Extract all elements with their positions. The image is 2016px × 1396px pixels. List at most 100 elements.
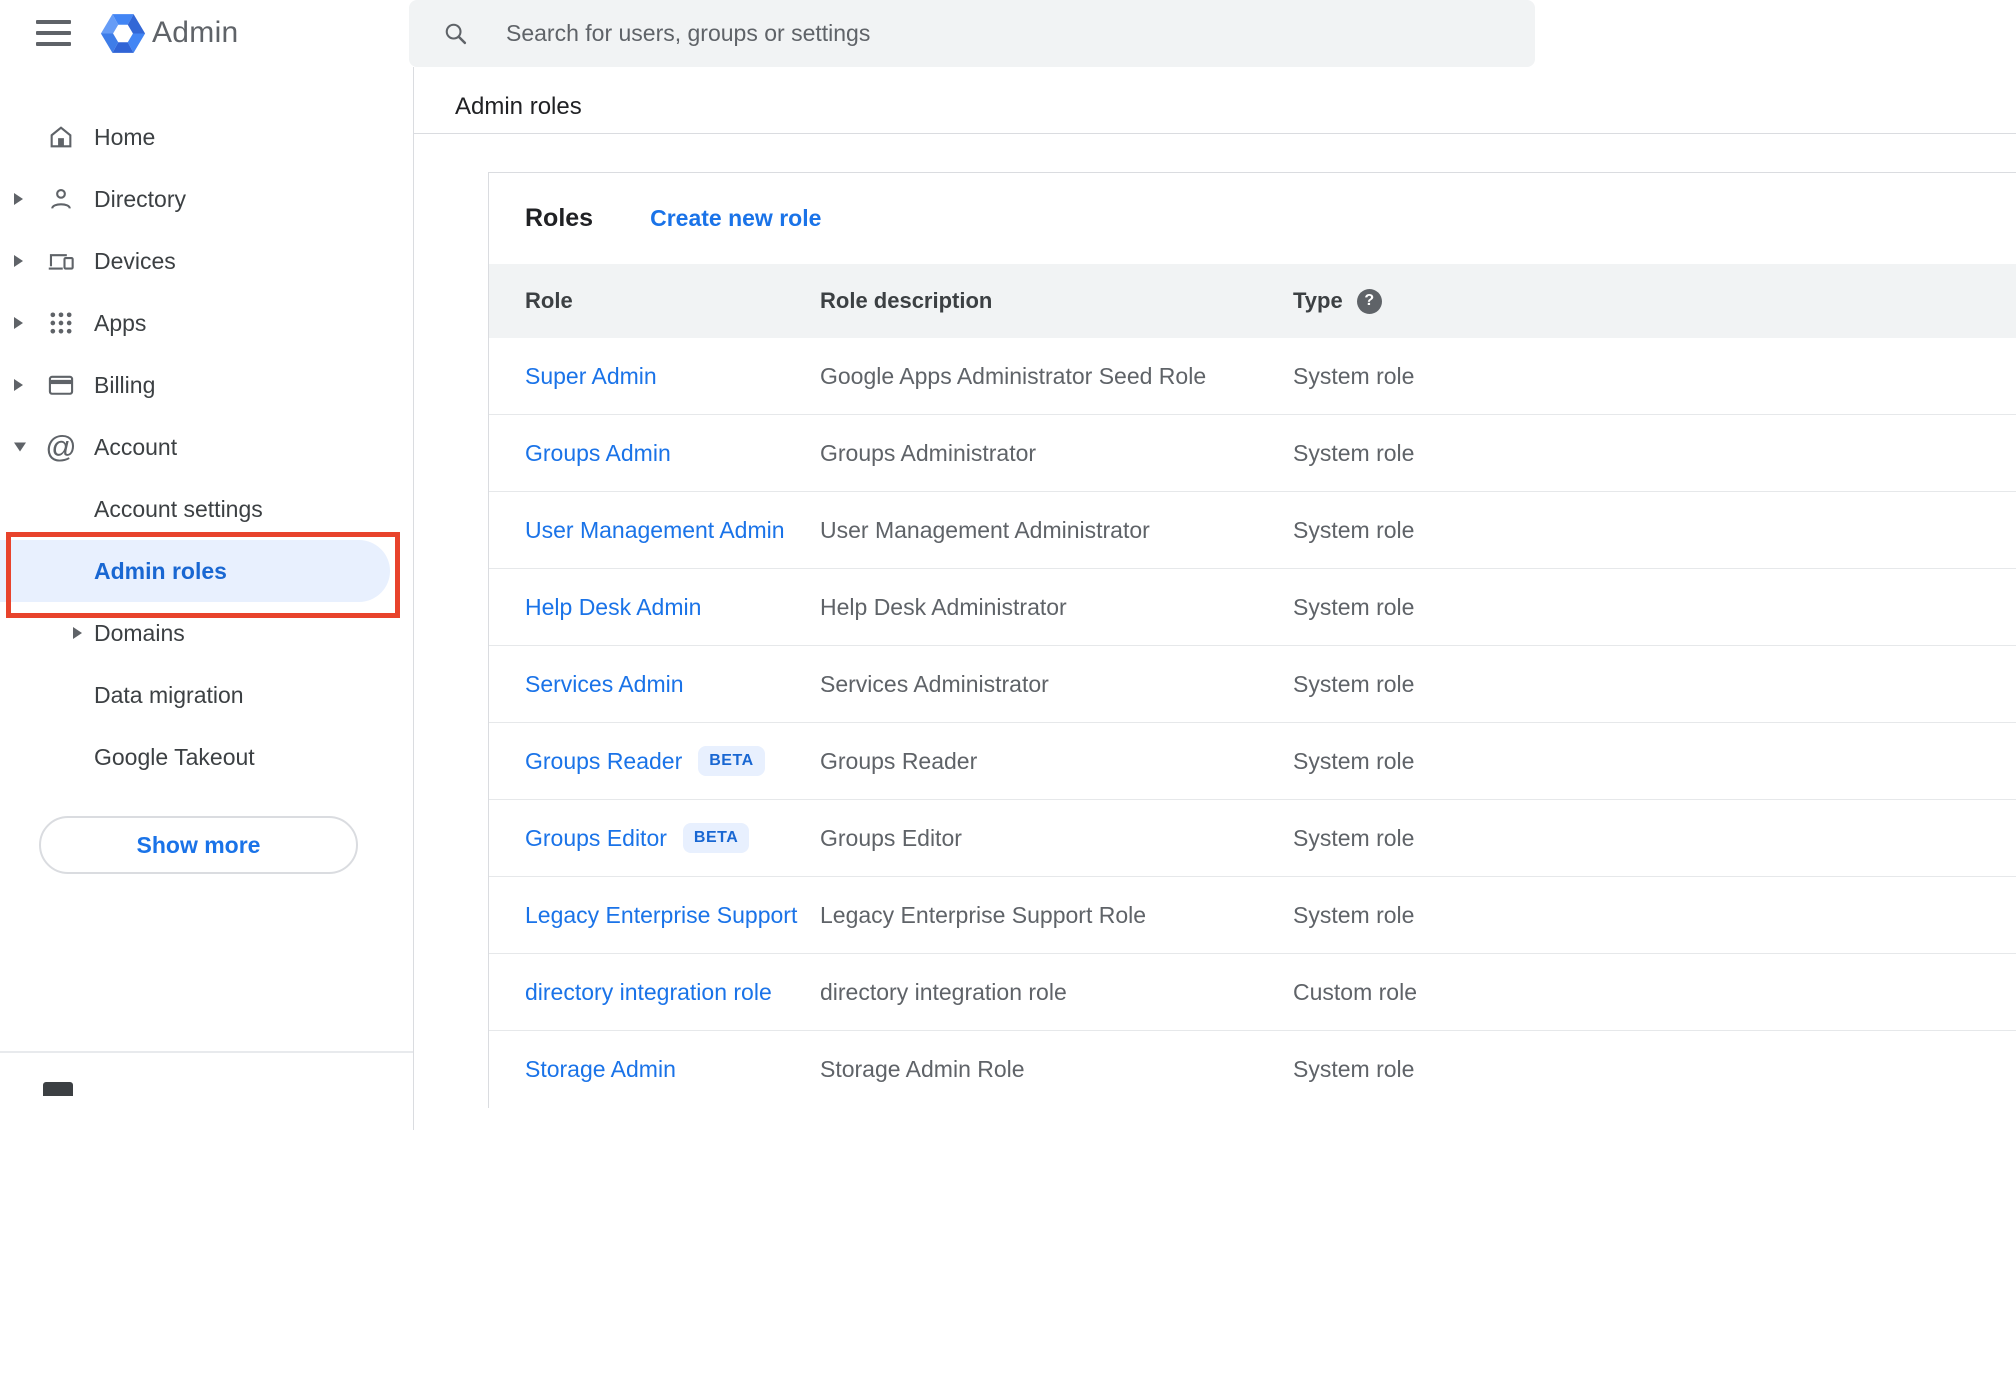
role-type: System role — [1293, 670, 1415, 697]
role-description: directory integration role — [820, 978, 1067, 1005]
breadcrumb-divider — [414, 133, 2016, 134]
sidebar-item-label: Apps — [94, 309, 147, 336]
role-link[interactable]: Services Admin — [525, 671, 684, 698]
expand-arrow-icon[interactable] — [14, 379, 23, 391]
table-row: Groups Reader BETA Groups Reader System … — [489, 723, 2016, 800]
table-row: Super Admin Google Apps Administrator Se… — [489, 338, 2016, 415]
breadcrumb: Admin roles — [455, 93, 582, 120]
role-link[interactable]: Groups Reader — [525, 748, 682, 775]
column-header-type-label: Type — [1293, 288, 1343, 313]
role-link[interactable]: User Management Admin — [525, 517, 785, 544]
expand-arrow-icon[interactable] — [14, 193, 23, 205]
hamburger-menu-icon[interactable] — [36, 20, 71, 46]
column-header-type: Type ? — [1293, 288, 2016, 314]
search-input[interactable]: Search for users, groups or settings — [409, 0, 1535, 67]
sidebar-item[interactable]: Devices — [0, 230, 413, 292]
expand-arrow-icon[interactable] — [14, 442, 26, 452]
sidebar-item[interactable]: Directory — [0, 168, 413, 230]
search-icon — [445, 23, 467, 45]
table-row: User Management Admin User Management Ad… — [489, 492, 2016, 569]
role-link[interactable]: Help Desk Admin — [525, 594, 701, 621]
sidebar-item-label: Directory — [94, 185, 187, 212]
sidebar-item-label: Google Takeout — [94, 743, 255, 770]
sidebar-item-icon — [47, 185, 75, 213]
show-more-button[interactable]: Show more — [39, 816, 358, 874]
sidebar-item-label: Admin roles — [94, 557, 227, 584]
sidebar-bottom-divider — [0, 1051, 413, 1053]
sidebar-item-icon — [47, 247, 75, 275]
create-new-role-link[interactable]: Create new role — [650, 205, 821, 232]
table-row: Legacy Enterprise Support Legacy Enterpr… — [489, 877, 2016, 954]
sidebar-item-label: Devices — [94, 247, 176, 274]
table-header-row: Role Role description Type ? — [489, 264, 2016, 338]
roles-table-body: Super Admin Google Apps Administrator Se… — [489, 338, 2016, 1108]
expand-arrow-icon[interactable] — [73, 627, 82, 639]
column-header-role: Role — [525, 288, 573, 313]
role-type: System role — [1293, 593, 1415, 620]
sidebar-item-icon — [47, 309, 75, 337]
table-row: Groups Editor BETA Groups Editor System … — [489, 800, 2016, 877]
sidebar-item[interactable]: Home — [0, 106, 413, 168]
sidebar-item-label: Account settings — [94, 495, 263, 522]
sidebar-item-icon — [47, 123, 75, 151]
sidebar-divider — [413, 67, 414, 1130]
search-placeholder: Search for users, groups or settings — [506, 20, 871, 46]
sidebar-item-label: Billing — [94, 371, 156, 398]
sidebar-item-label: Home — [94, 123, 156, 150]
sidebar-item[interactable]: Google Takeout — [0, 726, 413, 788]
role-description: Groups Reader — [820, 747, 978, 774]
beta-badge: BETA — [698, 746, 765, 776]
sidebar-item-label: Account — [94, 433, 178, 460]
role-description: Google Apps Administrator Seed Role — [820, 362, 1207, 389]
product-title: Admin — [152, 16, 239, 49]
sidebar-item-label: Data migration — [94, 681, 244, 708]
sidebar-item[interactable]: Account settings — [0, 478, 413, 540]
table-row: Groups Admin Groups Administrator System… — [489, 415, 2016, 492]
role-link[interactable]: Legacy Enterprise Support — [525, 902, 797, 929]
role-description: Groups Administrator — [820, 439, 1037, 466]
expand-arrow-icon[interactable] — [14, 255, 23, 267]
role-type: System role — [1293, 439, 1415, 466]
role-type: System role — [1293, 1056, 1415, 1082]
sidebar-nav: Home Directory Devices Apps Billing @ Ac… — [0, 106, 413, 788]
at-icon: @ — [45, 429, 77, 464]
table-row: directory integration role directory int… — [489, 954, 2016, 1031]
help-icon[interactable]: ? — [1356, 288, 1382, 314]
role-description: Legacy Enterprise Support Role — [820, 901, 1147, 928]
role-link[interactable]: directory integration role — [525, 979, 772, 1006]
beta-badge: BETA — [682, 823, 750, 853]
role-description: User Management Administrator — [820, 516, 1150, 543]
sidebar-item[interactable]: Data migration — [0, 664, 413, 726]
roles-panel-header: Roles Create new role — [489, 173, 2016, 264]
role-type: System role — [1293, 362, 1415, 389]
role-link[interactable]: Super Admin — [525, 363, 657, 390]
feedback-icon[interactable] — [43, 1082, 73, 1096]
sidebar-item[interactable]: @ Account — [0, 416, 413, 478]
sidebar-item[interactable]: Billing — [0, 354, 413, 416]
admin-logo-icon — [100, 14, 146, 53]
role-type: System role — [1293, 747, 1415, 774]
table-row: Storage Admin Storage Admin Role System … — [489, 1031, 2016, 1108]
role-description: Help Desk Administrator — [820, 593, 1067, 620]
expand-arrow-icon[interactable] — [14, 317, 23, 329]
role-type: System role — [1293, 901, 1415, 928]
role-type: Custom role — [1293, 978, 1417, 1005]
panel-title: Roles — [525, 204, 594, 232]
role-type: System role — [1293, 824, 1415, 851]
sidebar-item[interactable]: Domains — [0, 602, 413, 664]
role-description: Groups Editor — [820, 824, 962, 851]
role-link[interactable]: Groups Admin — [525, 440, 671, 467]
role-link[interactable]: Groups Editor — [525, 825, 667, 852]
sidebar-item-icon — [47, 371, 75, 399]
role-type: System role — [1293, 516, 1415, 543]
table-row: Help Desk Admin Help Desk Administrator … — [489, 569, 2016, 646]
table-row: Services Admin Services Administrator Sy… — [489, 646, 2016, 723]
sidebar-item-label: Domains — [94, 619, 185, 646]
roles-panel: Roles Create new role Role Role descript… — [488, 172, 2016, 1108]
role-description: Storage Admin Role — [820, 1056, 1025, 1082]
role-description: Services Administrator — [820, 670, 1049, 697]
sidebar-item[interactable]: Admin roles — [0, 540, 390, 602]
column-header-description: Role description — [820, 288, 993, 313]
sidebar-item[interactable]: Apps — [0, 292, 413, 354]
role-link[interactable]: Storage Admin — [525, 1056, 676, 1083]
